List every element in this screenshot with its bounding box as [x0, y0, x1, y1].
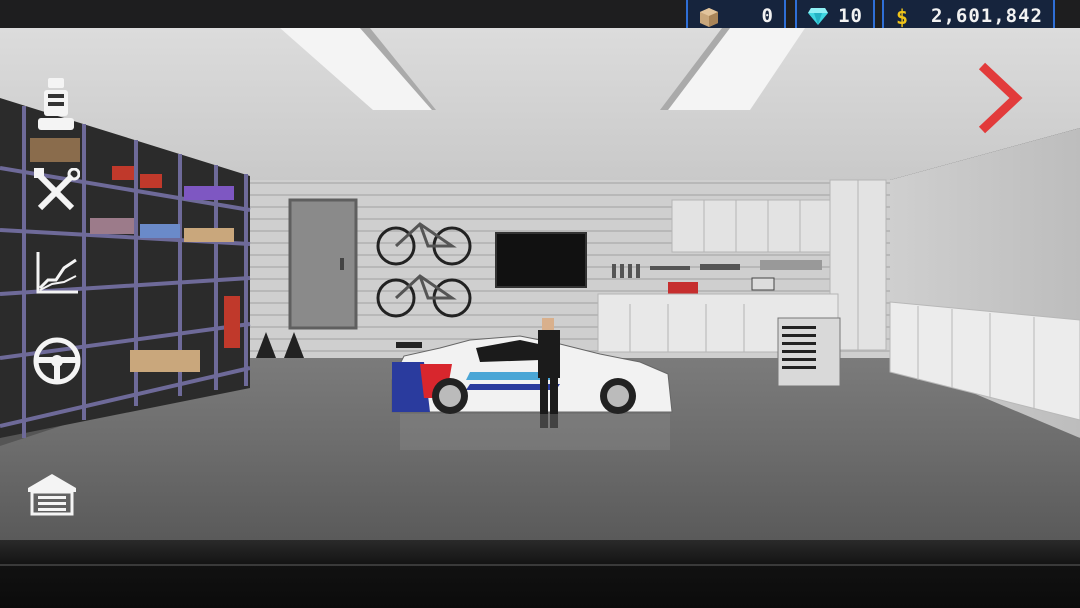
diamond-count: 10 — [838, 5, 863, 27]
garage-icon[interactable] — [26, 472, 78, 516]
upper-cabinets — [671, 199, 833, 253]
bottom-bar — [0, 540, 1080, 608]
chevron-right-icon[interactable] — [972, 60, 1024, 136]
svg-text:$: $ — [896, 6, 908, 28]
wall-tv — [495, 232, 587, 288]
seat-icon[interactable] — [36, 78, 76, 134]
cash-amount: 2,601,842 — [931, 5, 1043, 27]
diamond-icon — [808, 8, 828, 25]
back-door — [288, 198, 358, 330]
steering-wheel-icon[interactable] — [32, 336, 82, 386]
performance-chart-icon[interactable] — [34, 250, 80, 296]
garage-scene — [0, 28, 1080, 540]
game-screen: 0 10 $ 2,601,842 — [0, 0, 1080, 608]
dollar-icon: $ — [896, 6, 908, 28]
tools-icon[interactable] — [34, 168, 80, 214]
crate-icon — [700, 8, 718, 27]
crate-count: 0 — [761, 5, 774, 27]
